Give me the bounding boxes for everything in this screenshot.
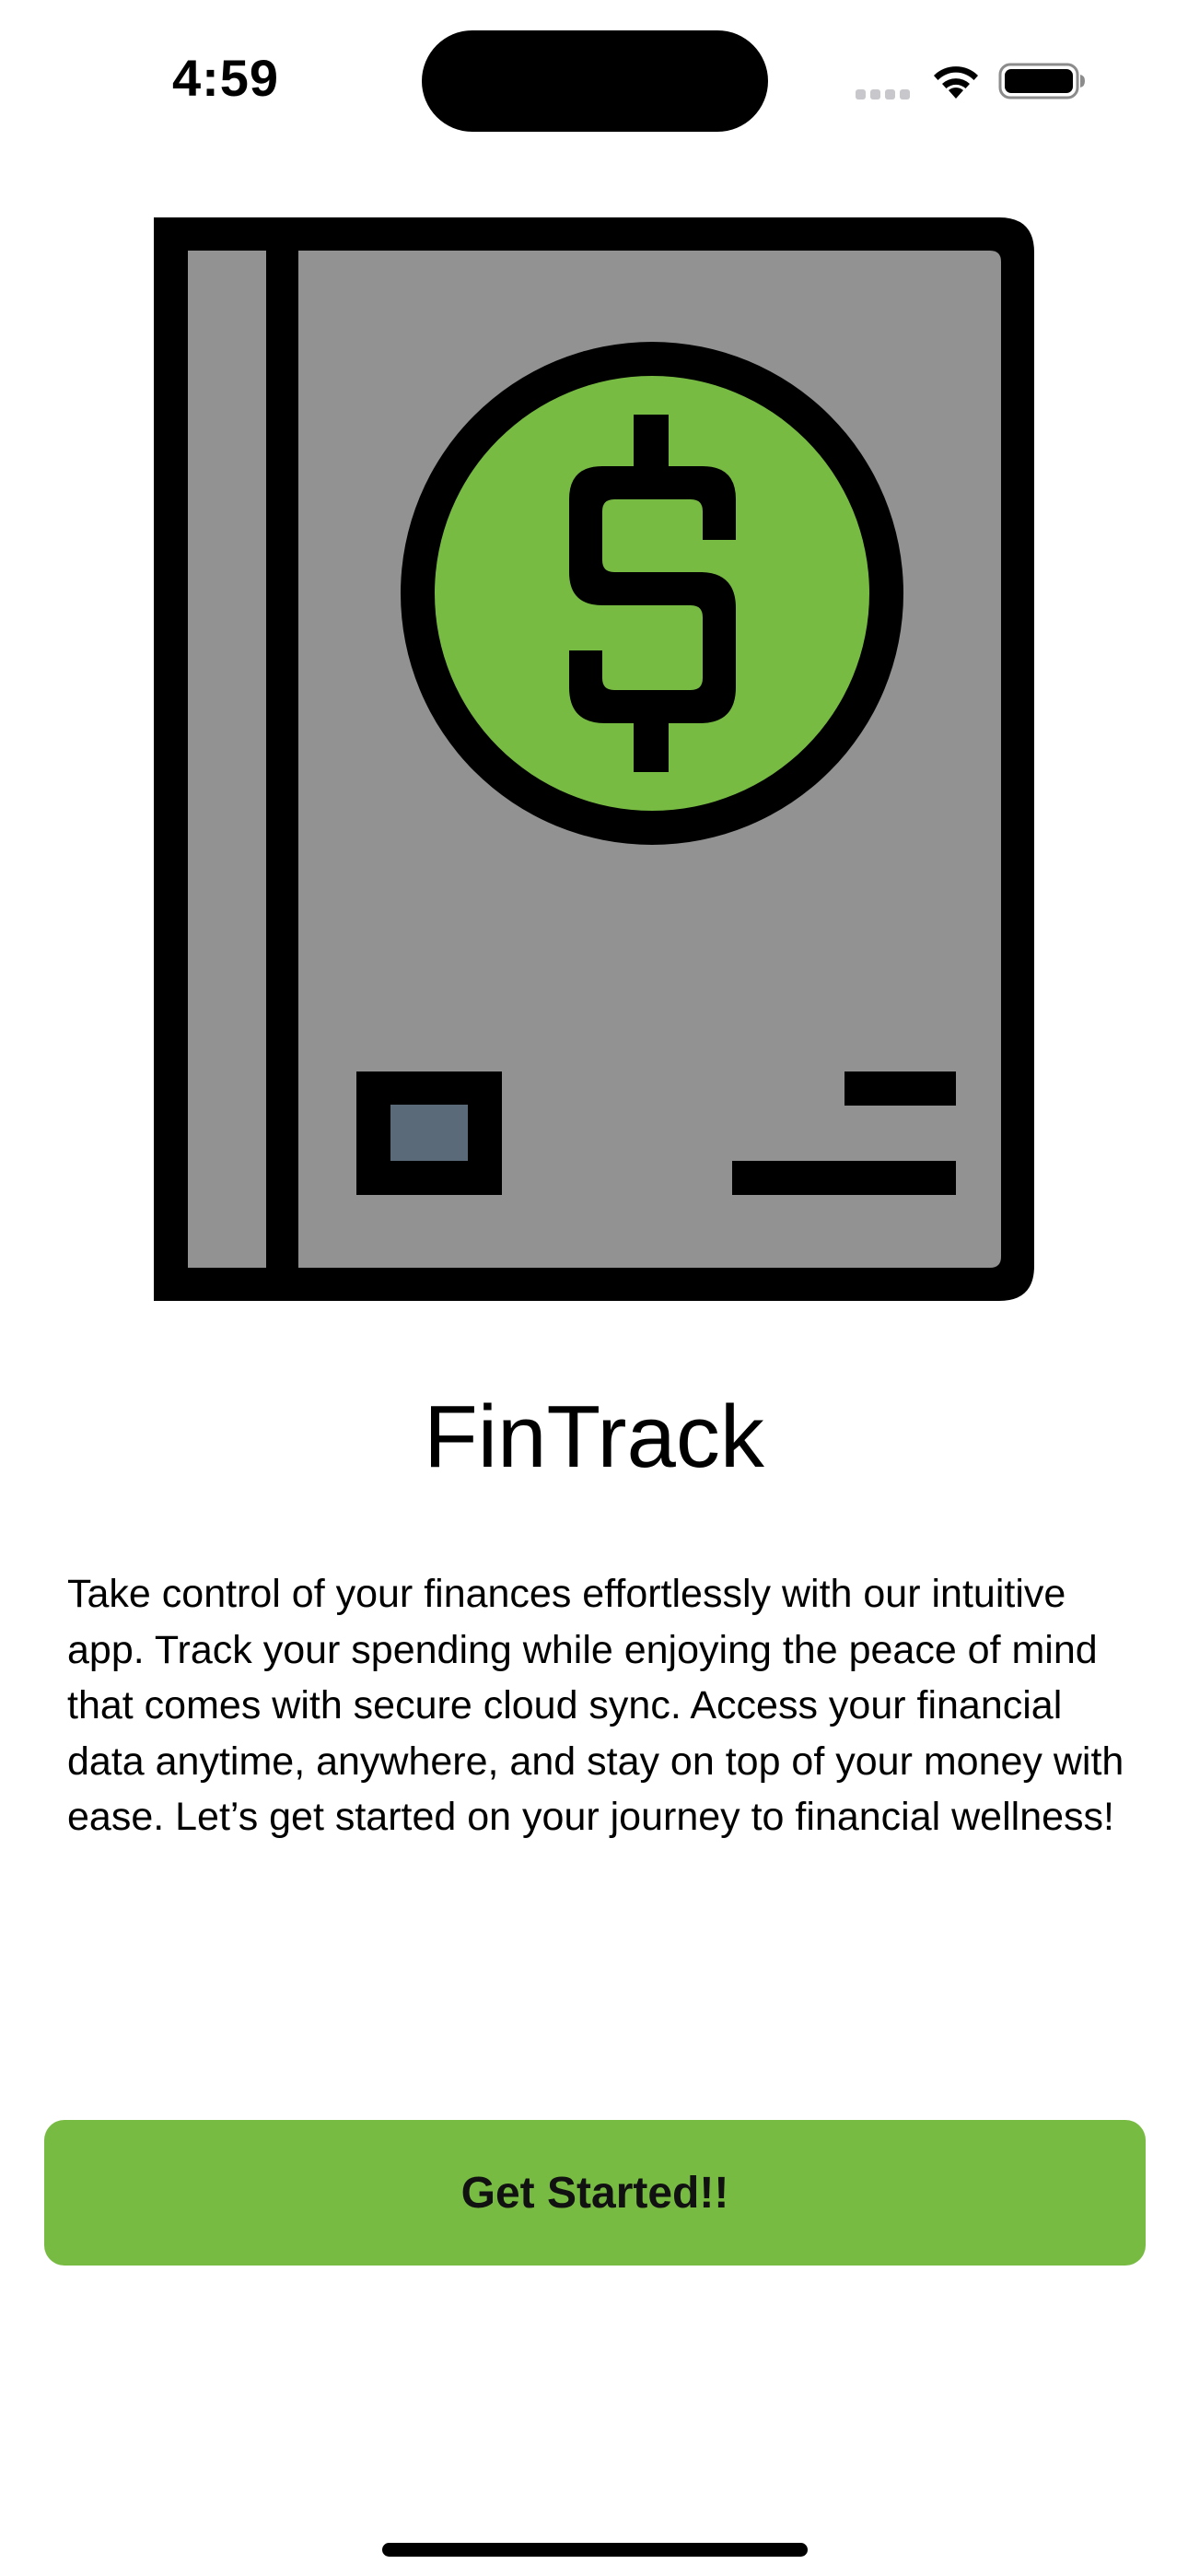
home-indicator[interactable] xyxy=(382,2543,808,2557)
status-bar: 4:59 xyxy=(0,0,1188,157)
status-time: 4:59 xyxy=(171,49,280,107)
ledger-book-dollar-icon xyxy=(154,217,1034,1301)
app-description: Take control of your finances effortless… xyxy=(67,1572,1124,1839)
wifi-icon xyxy=(930,62,982,100)
app-title: FinTrack xyxy=(424,1388,764,1486)
dynamic-island xyxy=(422,30,768,132)
cellular-signal-icon xyxy=(856,63,910,100)
battery-icon xyxy=(998,61,1087,101)
status-icons xyxy=(856,53,1087,109)
get-started-button[interactable]: Get Started!! xyxy=(44,2120,1146,2266)
